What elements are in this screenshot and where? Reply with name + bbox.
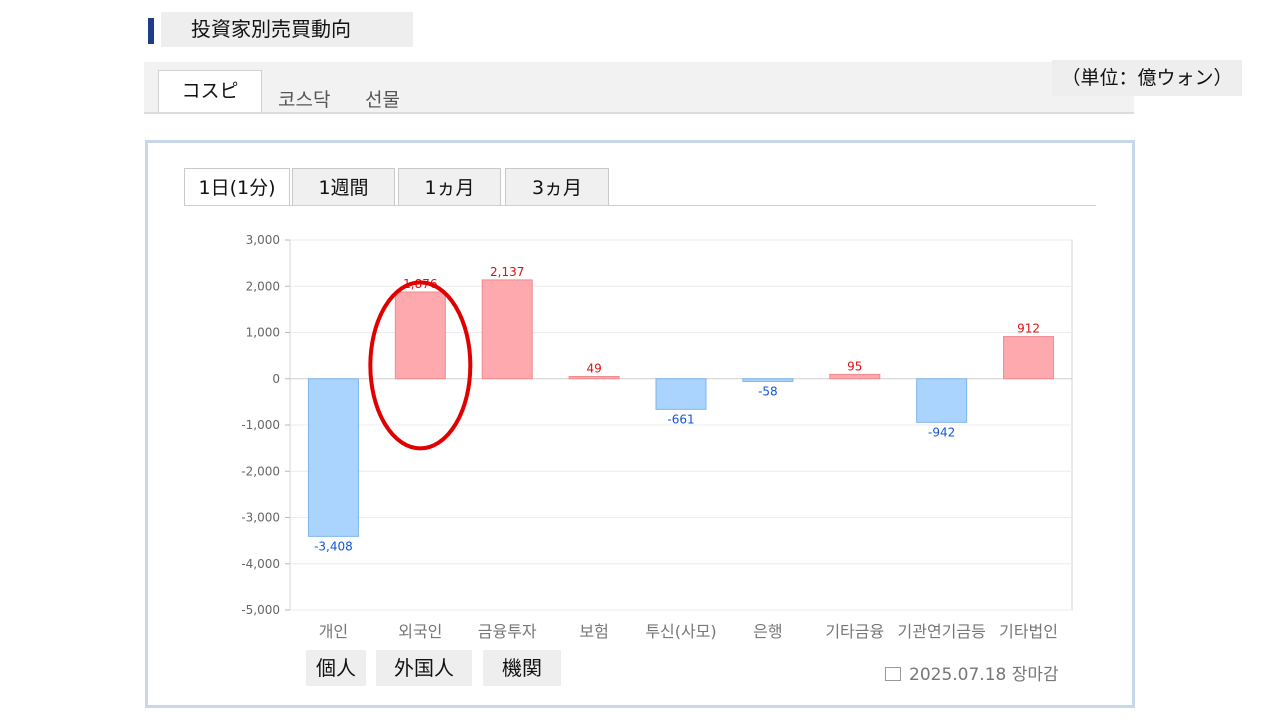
y-tick-label: -3,000 <box>241 511 280 525</box>
bar-value-label: 49 <box>586 361 601 375</box>
x-category-label: 은행 <box>753 622 782 641</box>
bar-value-label: -942 <box>928 425 955 439</box>
x-category-label: 외국인 <box>398 622 442 641</box>
y-tick-label: -5,000 <box>241 603 280 617</box>
bar <box>655 378 707 410</box>
bar <box>742 378 794 382</box>
y-tick-label: -4,000 <box>241 557 280 571</box>
bar <box>1003 336 1055 380</box>
group-label-individual: 個人 <box>306 650 366 686</box>
market-close-date: 2025.07.18 장마감 <box>885 660 1059 685</box>
x-category-label: 기타법인 <box>999 622 1058 641</box>
group-label-institution: 機関 <box>483 650 561 686</box>
x-category-label: 보험 <box>579 622 608 641</box>
x-category-label: 금융투자 <box>478 622 537 641</box>
group-label-foreign: 外国人 <box>376 650 472 686</box>
bar <box>394 291 446 380</box>
bar-value-label: -58 <box>758 384 778 398</box>
x-category-label: 기관연기금등 <box>898 622 986 641</box>
x-category-label: 개인 <box>319 622 348 641</box>
x-category-label: 투신(사모) <box>645 622 716 641</box>
bar <box>829 373 881 380</box>
y-tick-label: 0 <box>272 372 280 386</box>
y-tick-label: 3,000 <box>246 233 280 247</box>
tab-kospi[interactable]: コスピ <box>158 70 262 112</box>
x-category-label: 기타금융 <box>825 622 884 641</box>
y-tick-label: -1,000 <box>241 418 280 432</box>
y-tick-label: -2,000 <box>241 464 280 478</box>
bar <box>307 378 359 537</box>
bar-value-label: 912 <box>1017 322 1040 336</box>
calendar-icon <box>885 667 901 681</box>
bar-value-label: -3,408 <box>314 539 353 553</box>
y-tick-label: 2,000 <box>246 279 280 293</box>
date-text: 2025.07.18 장마감 <box>909 665 1059 685</box>
bar <box>568 375 620 380</box>
bar-value-label: 2,137 <box>490 265 524 279</box>
bar-value-label: 95 <box>847 359 862 373</box>
y-tick-label: 1,000 <box>246 326 280 340</box>
bar <box>481 279 533 380</box>
bar-value-label: -661 <box>667 412 694 426</box>
bar <box>916 378 968 423</box>
